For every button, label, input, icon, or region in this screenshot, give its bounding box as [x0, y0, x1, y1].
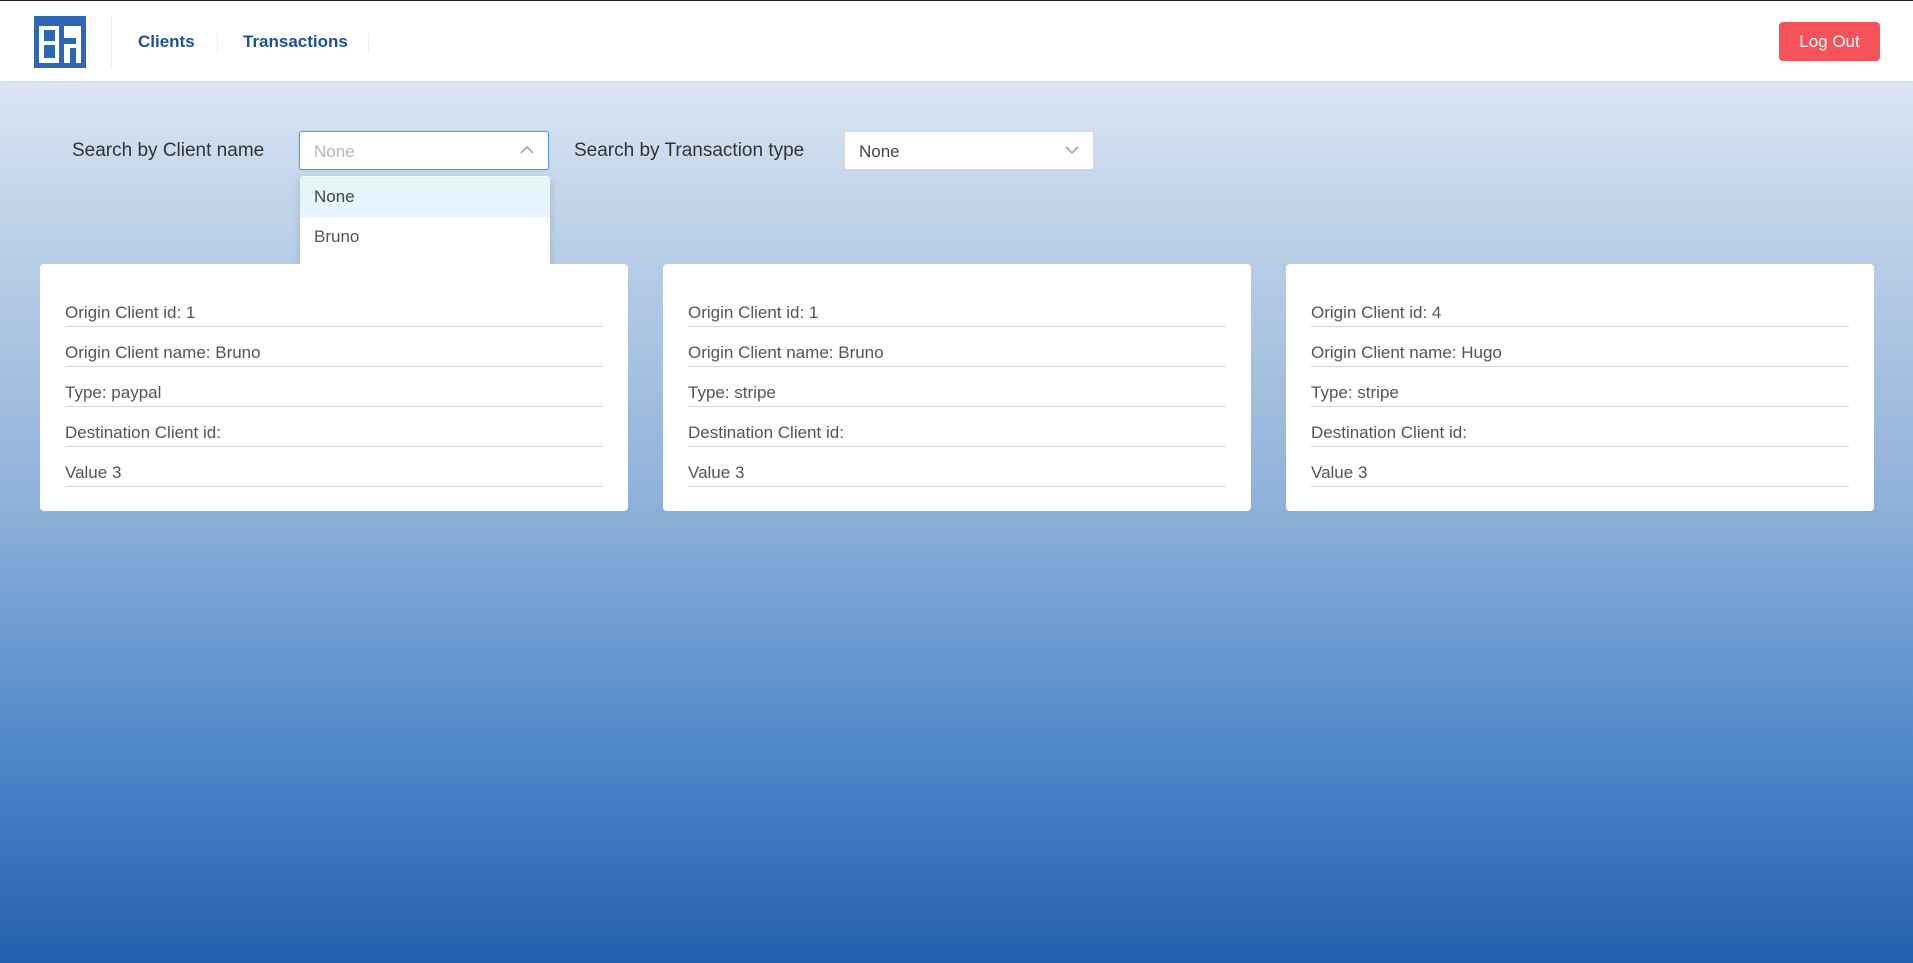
origin-client-name: Origin Client name: Bruno: [688, 328, 1226, 367]
origin-client-id: Origin Client id: 1: [688, 288, 1226, 327]
destination-client-id: Destination Client id:: [65, 408, 603, 447]
chevron-up-icon: [520, 145, 534, 154]
origin-client-name: Origin Client name: Hugo: [1311, 328, 1849, 367]
client-option-none[interactable]: None: [300, 177, 550, 217]
building-logo-icon[interactable]: [34, 16, 86, 68]
type-select-value: None: [859, 142, 900, 161]
nav-divider: [368, 33, 369, 53]
transaction-value: Value 3: [65, 448, 603, 487]
origin-client-id: Origin Client id: 4: [1311, 288, 1849, 327]
destination-client-id: Destination Client id:: [1311, 408, 1849, 447]
transaction-card: Origin Client id: 4 Origin Client name: …: [1286, 264, 1874, 511]
transaction-type-select[interactable]: None: [844, 131, 1094, 170]
nav-link-transactions[interactable]: Transactions: [243, 32, 348, 52]
transaction-card: Origin Client id: 1 Origin Client name: …: [663, 264, 1251, 511]
transaction-card: Origin Client id: 1 Origin Client name: …: [40, 264, 628, 511]
transaction-type: Type: stripe: [1311, 368, 1849, 407]
transaction-value: Value 3: [688, 448, 1226, 487]
destination-client-id: Destination Client id:: [688, 408, 1226, 447]
origin-client-name: Origin Client name: Bruno: [65, 328, 603, 367]
transaction-type: Type: stripe: [688, 368, 1226, 407]
client-name-select[interactable]: None: [299, 131, 549, 170]
client-option-bruno[interactable]: Bruno: [300, 217, 550, 257]
nav-link-clients[interactable]: Clients: [138, 32, 195, 52]
transaction-value: Value 3: [1311, 448, 1849, 487]
nav-divider: [111, 15, 112, 69]
transaction-type: Type: paypal: [65, 368, 603, 407]
logout-button[interactable]: Log Out: [1779, 22, 1880, 61]
client-select-value: None: [314, 142, 355, 161]
navbar: Clients Transactions Log Out: [0, 1, 1913, 81]
client-filter-label: Search by Client name: [72, 140, 265, 161]
chevron-down-icon: [1065, 146, 1079, 155]
type-filter-label: Search by Transaction type: [574, 140, 805, 161]
nav-divider: [217, 33, 218, 53]
origin-client-id: Origin Client id: 1: [65, 288, 603, 327]
